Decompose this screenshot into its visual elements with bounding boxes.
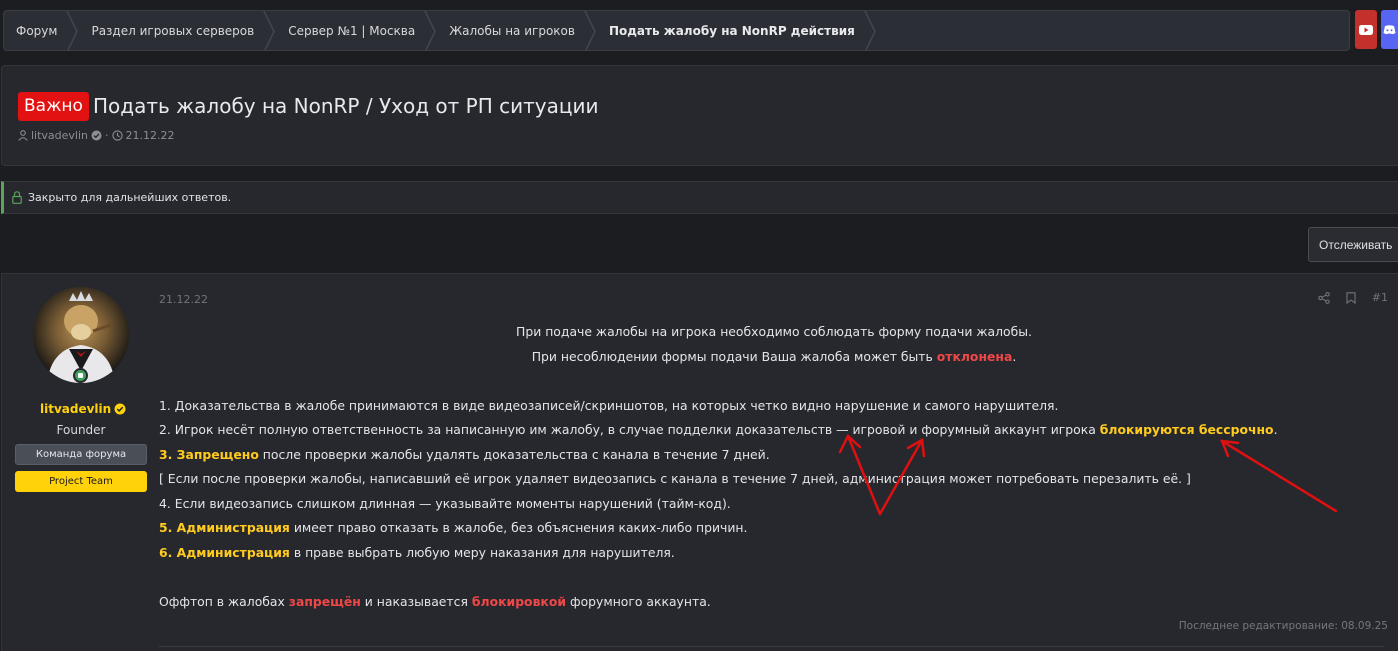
rule-number: 6. [159, 544, 177, 560]
rule-3: 3. Запрещено после проверки жалобы удаля… [159, 443, 1389, 468]
breadcrumb: Форум Раздел игровых серверов Сервер №1 … [3, 10, 1350, 51]
offtopic-rule: Оффтоп в жалобах запрещён и наказывается… [159, 590, 1389, 615]
thread-date[interactable]: 21.12.22 [126, 129, 175, 142]
post-number[interactable]: #1 [1372, 291, 1388, 304]
rule-number: 5. [159, 520, 177, 535]
text-span: и наказывается [360, 593, 472, 609]
post-actions: #1 [1318, 291, 1388, 304]
rule-3-note: [ Если после проверки жалобы, написавший… [159, 471, 1191, 486]
breadcrumb-separator-icon [863, 11, 876, 50]
page-title: Подать жалобу на NonRP / Уход от РП ситу… [93, 94, 599, 118]
user-icon [18, 130, 28, 141]
text-span: При несоблюдении формы подачи Ваша жалоб… [531, 348, 937, 364]
meta-separator: · [105, 129, 109, 142]
breadcrumb-label: Форум [16, 23, 58, 38]
text-highlight-yellow: Администрация [176, 544, 290, 560]
rule-5: 5. Администрация имеет право отказать в … [159, 516, 1389, 541]
breadcrumb-item-complaints[interactable]: Жалобы на игроков [435, 11, 596, 50]
text-span: . [1012, 348, 1017, 364]
closed-notice: Закрыто для дальнейших ответов. [1, 181, 1398, 214]
text-span: после проверки жалобы удалять доказатель… [258, 446, 770, 462]
verified-icon [91, 130, 102, 141]
online-status-icon [73, 368, 88, 383]
rule-4: 4. Если видеозапись слишком длинная — ук… [159, 495, 731, 511]
youtube-icon [1359, 24, 1373, 35]
bookmark-icon[interactable] [1346, 291, 1356, 304]
breadcrumb-label: Жалобы на игроков [449, 23, 575, 38]
text-span: форумного аккаунта. [566, 593, 711, 609]
rule-number: 3. [159, 446, 177, 462]
thread-header: Важно Подать жалобу на NonRP / Уход от Р… [1, 65, 1398, 166]
clock-icon [111, 130, 123, 141]
post-username[interactable]: litvadevlin [40, 402, 126, 416]
text-span: 2. Игрок несёт полную ответственность за… [159, 422, 1100, 437]
post-date[interactable]: 21.12.22 [159, 293, 208, 306]
post-intro-line-1: При подаче жалобы на игрока необходимо с… [516, 324, 1032, 339]
breadcrumb-label: Сервер №1 | Москва [288, 23, 416, 38]
breadcrumb-label: Раздел игровых серверов [91, 23, 255, 38]
lock-icon [12, 191, 22, 204]
rule-1: 1. Доказательства в жалобе принимаются в… [159, 397, 1059, 413]
rule-2: 2. Игрок несёт полную ответственность за… [159, 418, 1389, 443]
breadcrumb-item-current[interactable]: Подать жалобу на NonRP действия [595, 11, 876, 50]
text-span: в праве выбрать любую меру наказания для… [289, 544, 675, 560]
user-banner-project-team: Project Team [15, 471, 147, 492]
text-highlight-yellow: блокируются бессрочно [1099, 422, 1274, 437]
discord-icon [1383, 24, 1396, 34]
breadcrumb-item-forum[interactable]: Форум [4, 11, 79, 50]
post: litvadevlin Founder Команда форума Proje… [1, 273, 1398, 651]
follow-button[interactable]: Отслеживать [1308, 227, 1398, 262]
text-span: имеет право отказать в жалобе, без объяс… [289, 520, 748, 535]
thread-meta: litvadevlin · 21.12.22 [18, 129, 175, 142]
closed-notice-text: Закрыто для дальнейших ответов. [28, 191, 232, 204]
text-highlight-red: блокировкой [471, 593, 567, 609]
breadcrumb-label: Подать жалобу на NonRP действия [608, 23, 855, 38]
text-highlight-red: отклонена [936, 348, 1013, 364]
breadcrumb-item-servers[interactable]: Раздел игровых серверов [77, 11, 276, 50]
breadcrumb-item-server-1[interactable]: Сервер №1 | Москва [274, 11, 437, 50]
text-highlight-yellow: Запрещено [176, 446, 259, 462]
share-icon[interactable] [1318, 291, 1330, 304]
user-banner-staff: Команда форума [15, 444, 147, 465]
prefix-badge-important[interactable]: Важно [18, 92, 89, 121]
thread-author-link[interactable]: litvadevlin [31, 129, 88, 142]
last-edited: Последнее редактирование: 08.09.25 [1178, 620, 1388, 632]
text-highlight-red: запрещён [288, 593, 361, 609]
rule-6: 6. Администрация в праве выбрать любую м… [159, 541, 1389, 566]
post-username-text: litvadevlin [40, 402, 112, 416]
text-span: Оффтоп в жалобах [159, 593, 289, 609]
discord-button[interactable] [1381, 10, 1398, 49]
verified-icon [114, 403, 126, 415]
divider [159, 646, 1384, 647]
post-intro-line-2: При несоблюдении формы подачи Ваша жалоб… [159, 345, 1389, 370]
text-highlight-yellow: Администрация [176, 520, 290, 535]
post-body: При подаче жалобы на игрока необходимо с… [159, 320, 1389, 614]
youtube-button[interactable] [1355, 10, 1377, 49]
user-title: Founder [56, 423, 106, 437]
text-span: . [1273, 422, 1278, 437]
